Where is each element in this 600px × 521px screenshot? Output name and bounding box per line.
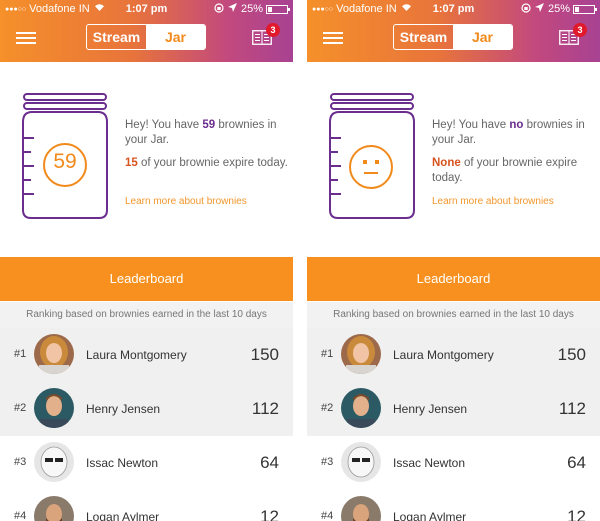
expiry-value: None bbox=[432, 157, 461, 169]
player-name: Laura Montgomery bbox=[393, 348, 494, 362]
battery-percent: 25% bbox=[240, 3, 263, 15]
player-name: Logan Aylmer bbox=[393, 510, 467, 521]
screen-jar-with-brownies: ●●●○○ Vodafone IN 1:07 pm 25% Stream Jar… bbox=[0, 0, 293, 521]
avatar bbox=[34, 442, 74, 482]
player-score: 64 bbox=[567, 453, 586, 472]
brownie-total-text: Hey! You have 59 brownies in your Jar. bbox=[125, 119, 277, 146]
rank-label: #2 bbox=[321, 402, 334, 414]
rank-label: #4 bbox=[321, 510, 334, 521]
rank-label: #1 bbox=[321, 348, 334, 360]
tab-jar[interactable]: Jar bbox=[146, 25, 205, 49]
rank-label: #3 bbox=[14, 456, 27, 468]
leaderboard-row[interactable]: #4 Logan Aylmer 12 bbox=[307, 490, 600, 521]
battery-icon bbox=[573, 4, 597, 14]
avatar bbox=[341, 496, 381, 521]
player-score: 112 bbox=[558, 399, 586, 418]
player-name: Logan Aylmer bbox=[86, 510, 160, 521]
leaderboard-row[interactable]: #1 Laura Montgomery 150 bbox=[0, 328, 293, 382]
menu-icon[interactable] bbox=[16, 32, 36, 44]
player-name: Laura Montgomery bbox=[86, 348, 187, 362]
tab-stream[interactable]: Stream bbox=[394, 25, 453, 49]
status-bar: ●●●○○ Vodafone IN 1:07 pm 25% bbox=[307, 2, 600, 18]
status-bar: ●●●○○ Vodafone IN 1:07 pm 25% bbox=[0, 2, 293, 18]
view-switcher: Stream Jar bbox=[86, 24, 206, 50]
battery-icon bbox=[266, 4, 290, 14]
rotation-lock-icon bbox=[214, 3, 224, 15]
avatar bbox=[341, 442, 381, 482]
leaderboard-caption: Ranking based on brownies earned in the … bbox=[307, 302, 600, 328]
avatar bbox=[34, 388, 74, 428]
leaderboard-header[interactable]: Leaderboard bbox=[0, 257, 293, 301]
avatar bbox=[34, 496, 74, 521]
tab-jar[interactable]: Jar bbox=[453, 25, 512, 49]
player-name: Henry Jensen bbox=[86, 402, 161, 416]
player-name: Issac Newton bbox=[86, 456, 159, 470]
header-bar: ●●●○○ Vodafone IN 1:07 pm 25% Stream Jar… bbox=[307, 0, 600, 62]
notification-badge: 3 bbox=[573, 23, 587, 37]
player-name: Issac Newton bbox=[393, 456, 466, 470]
brownie-count: 59 bbox=[53, 150, 77, 173]
rank-label: #1 bbox=[14, 348, 27, 360]
rank-label: #4 bbox=[14, 510, 27, 521]
header-bar: ●●●○○ Vodafone IN 1:07 pm 25% Stream Jar… bbox=[0, 0, 293, 62]
rank-label: #2 bbox=[14, 402, 27, 414]
leaderboard-row[interactable]: #1 Laura Montgomery 150 bbox=[307, 328, 600, 382]
player-name: Henry Jensen bbox=[393, 402, 468, 416]
avatar bbox=[34, 334, 74, 374]
leaderboard-row[interactable]: #3 Issac Newton 64 bbox=[307, 436, 600, 490]
rotation-lock-icon bbox=[521, 3, 531, 15]
neutral-face-icon bbox=[348, 144, 394, 195]
rank-label: #3 bbox=[321, 456, 334, 468]
leaderboard-caption: Ranking based on brownies earned in the … bbox=[0, 302, 293, 328]
leaderboard-row[interactable]: #4 Logan Aylmer 12 bbox=[0, 490, 293, 521]
leaderboard-header[interactable]: Leaderboard bbox=[307, 257, 600, 301]
learn-more-link[interactable]: Learn more about brownies bbox=[432, 196, 554, 207]
leaderboard-row[interactable]: #3 Issac Newton 64 bbox=[0, 436, 293, 490]
avatar bbox=[341, 334, 381, 374]
brownie-total-value: 59 bbox=[202, 119, 216, 131]
view-switcher: Stream Jar bbox=[393, 24, 513, 50]
player-score: 150 bbox=[557, 345, 586, 364]
battery-percent: 25% bbox=[547, 3, 570, 15]
expiry-text: None of your brownie expire today. bbox=[432, 157, 578, 184]
player-score: 64 bbox=[260, 453, 279, 472]
expiry-value: 15 bbox=[125, 157, 138, 169]
screen-jar-empty: ●●●○○ Vodafone IN 1:07 pm 25% Stream Jar… bbox=[307, 0, 600, 521]
player-score: 12 bbox=[260, 507, 279, 521]
location-arrow-icon bbox=[227, 3, 237, 15]
tab-stream[interactable]: Stream bbox=[87, 25, 146, 49]
leaderboard-row[interactable]: #2 Henry Jensen 112 bbox=[0, 382, 293, 436]
menu-icon[interactable] bbox=[323, 32, 343, 44]
player-score: 12 bbox=[567, 507, 586, 521]
location-arrow-icon bbox=[534, 3, 544, 15]
player-score: 150 bbox=[250, 345, 279, 364]
brownie-total-text: Hey! You have no brownies in your Jar. bbox=[432, 119, 585, 146]
jar-summary: Hey! You have no brownies in your Jar. N… bbox=[432, 118, 597, 186]
learn-more-link[interactable]: Learn more about brownies bbox=[125, 196, 247, 207]
brownie-total-value: no bbox=[509, 119, 524, 131]
expiry-text: 15 of your brownie expire today. bbox=[125, 157, 288, 169]
leaderboard-row[interactable]: #2 Henry Jensen 112 bbox=[307, 382, 600, 436]
notification-badge: 3 bbox=[266, 23, 280, 37]
player-score: 112 bbox=[251, 399, 279, 418]
jar-summary: Hey! You have 59 brownies in your Jar. 1… bbox=[125, 118, 290, 171]
avatar bbox=[341, 388, 381, 428]
